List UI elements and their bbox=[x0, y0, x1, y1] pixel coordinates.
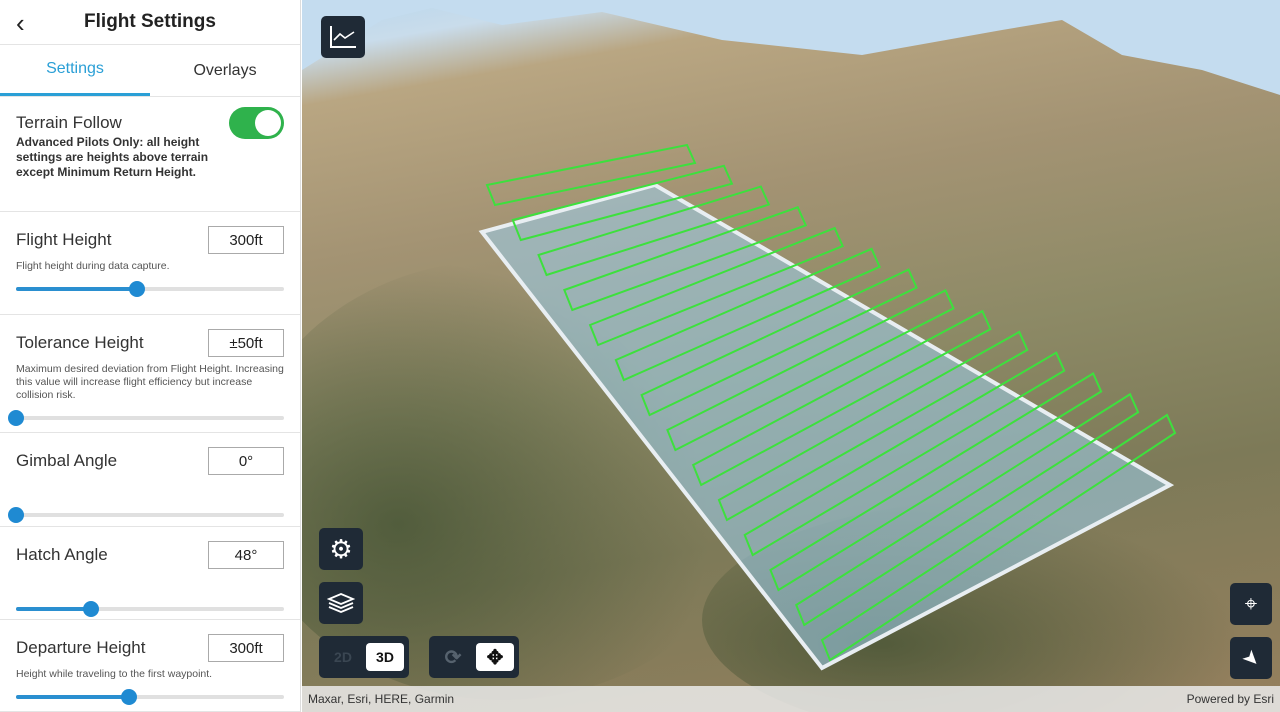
tab-settings[interactable]: Settings bbox=[0, 45, 150, 96]
view-2d-button[interactable]: 2D bbox=[324, 643, 362, 671]
layers-button[interactable] bbox=[319, 582, 363, 624]
page-title: Flight Settings bbox=[84, 11, 216, 33]
setting-departure-height: Departure Height 300ft Height while trav… bbox=[0, 620, 300, 712]
tab-overlays[interactable]: Overlays bbox=[150, 45, 300, 96]
navigation-mode-toggle: ⟳ ✥ bbox=[429, 636, 519, 678]
setting-slider[interactable] bbox=[16, 695, 284, 699]
view-3d-button[interactable]: 3D bbox=[366, 643, 404, 671]
setting-label: Tolerance Height bbox=[16, 333, 144, 353]
settings-button[interactable]: ⚙ bbox=[319, 528, 363, 570]
attribution-bar: Maxar, Esri, HERE, Garmin Powered by Esr… bbox=[302, 686, 1280, 712]
setting-flight-height: Flight Height 300ft Flight height during… bbox=[0, 212, 300, 315]
setting-label: Departure Height bbox=[16, 638, 145, 658]
setting-tolerance-height: Tolerance Height ±50ft Maximum desired d… bbox=[0, 315, 300, 433]
setting-label: Gimbal Angle bbox=[16, 451, 117, 471]
terrain-follow-label: Terrain Follow bbox=[16, 113, 122, 133]
rotate-icon[interactable]: ⟳ bbox=[434, 643, 472, 671]
sky bbox=[302, 0, 1280, 95]
powered-by-text[interactable]: Powered by Esri bbox=[1187, 692, 1274, 706]
setting-value-input[interactable]: ±50ft bbox=[208, 329, 284, 357]
slider-fill bbox=[16, 607, 91, 611]
terrain-follow-description: Advanced Pilots Only: all height setting… bbox=[16, 135, 226, 180]
navigation-arrow-icon: ➤ bbox=[1236, 643, 1266, 673]
locate-button[interactable]: ⌖ bbox=[1230, 583, 1272, 625]
slider-fill bbox=[16, 287, 137, 291]
setting-gimbal-angle: Gimbal Angle 0° bbox=[0, 433, 300, 527]
pan-move-icon[interactable]: ✥ bbox=[476, 643, 514, 671]
elevation-profile-button[interactable] bbox=[321, 16, 365, 58]
setting-value-input[interactable]: 300ft bbox=[208, 226, 284, 254]
setting-value-input[interactable]: 300ft bbox=[208, 634, 284, 662]
slider-thumb[interactable] bbox=[8, 410, 24, 426]
line-chart-icon bbox=[328, 24, 358, 50]
header: ‹ Flight Settings bbox=[0, 0, 300, 45]
back-chevron-icon[interactable]: ‹ bbox=[16, 8, 25, 39]
flight-settings-panel: ‹ Flight Settings Settings Overlays Terr… bbox=[0, 0, 301, 712]
slider-thumb[interactable] bbox=[83, 601, 99, 617]
slider-thumb[interactable] bbox=[8, 507, 24, 523]
setting-value-input[interactable]: 48° bbox=[208, 541, 284, 569]
slider-fill bbox=[16, 695, 129, 699]
setting-slider[interactable] bbox=[16, 607, 284, 611]
view-mode-toggle: 2D 3D bbox=[319, 636, 409, 678]
setting-label: Flight Height bbox=[16, 230, 111, 250]
slider-thumb[interactable] bbox=[121, 689, 137, 705]
compass-button[interactable]: ➤ bbox=[1230, 637, 1272, 679]
map-3d-view[interactable]: ⚙ 2D 3D ⟳ ✥ ⌖ ➤ Maxar, Esri, HERE, Garmi… bbox=[302, 0, 1280, 712]
setting-slider[interactable] bbox=[16, 416, 284, 420]
slider-thumb[interactable] bbox=[129, 281, 145, 297]
setting-description: Flight height during data capture. bbox=[16, 260, 284, 273]
terrain-follow-section: Terrain Follow Advanced Pilots Only: all… bbox=[0, 97, 300, 212]
gear-icon: ⚙ bbox=[329, 534, 352, 565]
setting-slider[interactable] bbox=[16, 287, 284, 291]
setting-label: Hatch Angle bbox=[16, 545, 108, 565]
setting-value-input[interactable]: 0° bbox=[208, 447, 284, 475]
tab-bar: Settings Overlays bbox=[0, 45, 300, 97]
setting-slider[interactable] bbox=[16, 513, 284, 517]
crosshair-icon: ⌖ bbox=[1245, 591, 1257, 617]
attribution-text: Maxar, Esri, HERE, Garmin bbox=[308, 692, 454, 706]
setting-hatch-angle: Hatch Angle 48° bbox=[0, 527, 300, 620]
layers-icon bbox=[327, 591, 355, 615]
setting-description: Maximum desired deviation from Flight He… bbox=[16, 363, 284, 402]
terrain-follow-toggle[interactable] bbox=[229, 107, 284, 139]
setting-description: Height while traveling to the first wayp… bbox=[16, 668, 284, 681]
map-terrain bbox=[302, 0, 1280, 712]
